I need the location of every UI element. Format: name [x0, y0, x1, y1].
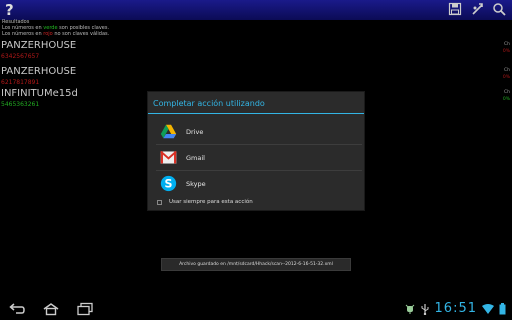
always-use-row[interactable]: Usar siempre para esta acción: [157, 199, 253, 205]
status-area[interactable]: 16:51: [405, 301, 506, 316]
recent-apps-icon[interactable]: [76, 302, 94, 316]
save-icon[interactable]: [448, 2, 462, 16]
always-use-checkbox[interactable]: [157, 199, 162, 205]
option-skype[interactable]: S Skype: [156, 171, 362, 196]
network-name: PANZERHOUSE: [1, 40, 77, 51]
option-label: Gmail: [186, 153, 205, 162]
network-meta: Ch 0%: [502, 42, 510, 54]
usb-icon: [421, 303, 429, 315]
always-use-label: Usar siempre para esta acción: [169, 199, 253, 205]
action-bar-icons: [448, 2, 506, 16]
settings-icon[interactable]: [470, 2, 484, 16]
clock: 16:51: [434, 301, 477, 316]
complete-action-dialog: Completar acción utilizando Drive Gmail …: [147, 91, 365, 211]
wifi-icon: [482, 303, 494, 314]
dialog-title: Completar acción utilizando: [153, 99, 265, 108]
network-key: 6217817891: [1, 79, 40, 86]
search-icon[interactable]: [492, 2, 506, 16]
saved-file-toast: Archivo guardado en /mnt/sdcard/Hhack/sc…: [161, 258, 351, 271]
gmail-icon: [160, 150, 177, 164]
battery-icon: [499, 302, 506, 314]
action-bar: ?: [0, 0, 512, 20]
option-label: Drive: [186, 127, 204, 136]
dialog-divider: [148, 113, 364, 114]
skype-icon: S: [160, 175, 177, 192]
option-gmail[interactable]: Gmail: [156, 145, 362, 170]
drive-icon: [160, 124, 177, 139]
usb-debug-icon: [405, 304, 414, 314]
network-name: INFINITUMe15d: [1, 88, 78, 99]
network-key: 5465363261: [1, 101, 40, 108]
legend-line-red: Los números en rojo no son claves válida…: [2, 31, 110, 37]
toast-text: Archivo guardado en /mnt/sdcard/Hhack/sc…: [179, 262, 333, 267]
home-icon[interactable]: [42, 302, 60, 316]
network-name: PANZERHOUSE: [1, 66, 77, 77]
system-bar: 16:51: [0, 299, 512, 320]
network-item[interactable]: PANZERHOUSE 6217817891 Ch 0%: [0, 66, 512, 90]
network-meta: Ch 0%: [502, 90, 510, 102]
help-button[interactable]: ?: [5, 1, 14, 19]
option-label: Skype: [186, 179, 206, 188]
network-meta: Ch 0%: [502, 68, 510, 80]
network-key: 6342567657: [1, 53, 40, 60]
back-icon[interactable]: [8, 302, 26, 316]
option-drive[interactable]: Drive: [156, 119, 362, 144]
results-legend: Resultados Los números en verde son posi…: [2, 19, 109, 37]
network-item[interactable]: PANZERHOUSE 6342567657 Ch 0%: [0, 40, 512, 64]
svg-text:S: S: [165, 177, 173, 190]
